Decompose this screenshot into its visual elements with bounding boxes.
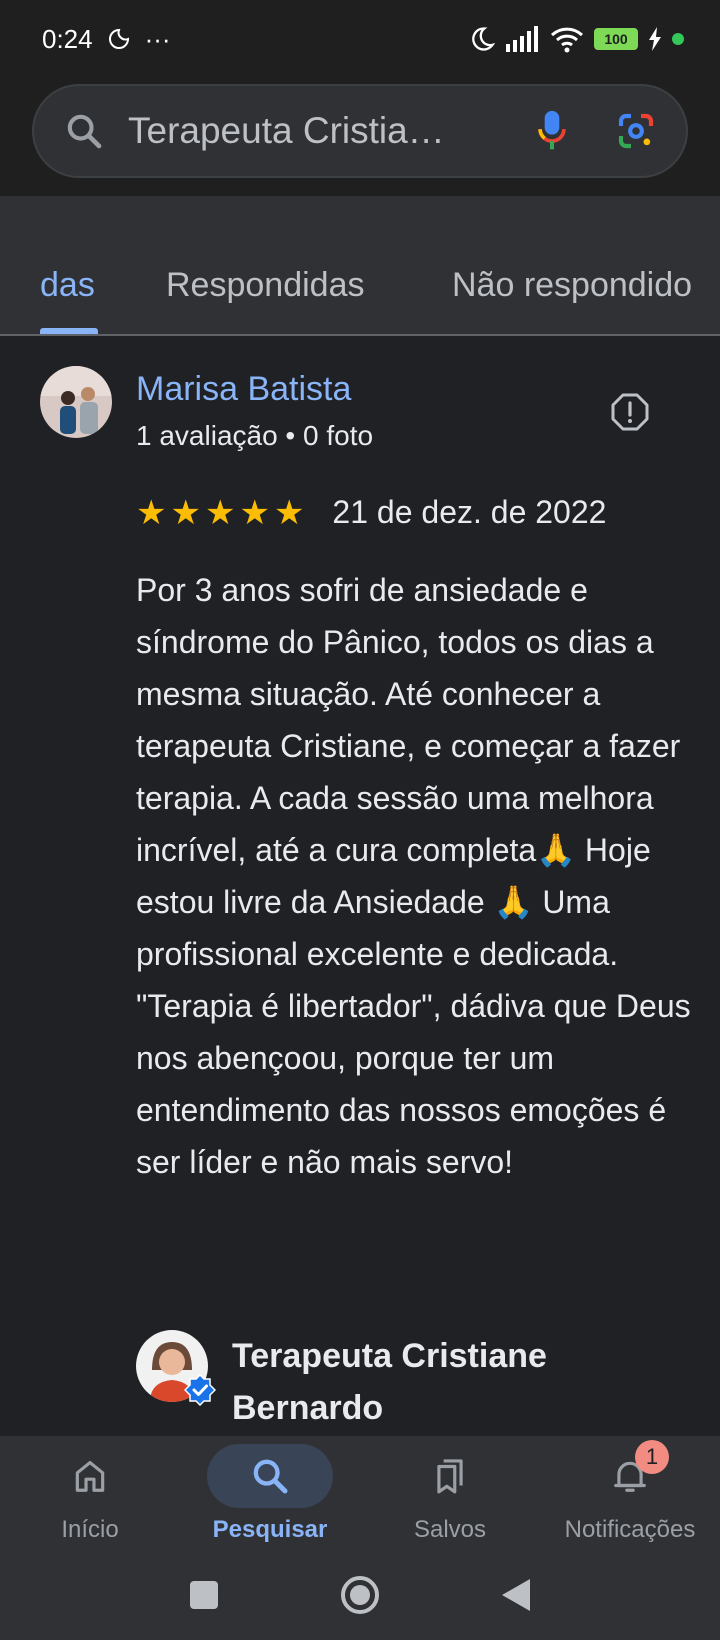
review-date: 21 de dez. de 2022 bbox=[332, 494, 607, 530]
nav-label-saved: Salvos bbox=[413, 1516, 487, 1543]
privacy-indicator-dot bbox=[672, 33, 684, 45]
battery-indicator: 100 bbox=[594, 28, 638, 50]
home-button-icon[interactable] bbox=[340, 1575, 380, 1615]
star-icon: ★ bbox=[239, 493, 270, 532]
owner-avatar[interactable] bbox=[136, 1330, 216, 1406]
star-icon: ★ bbox=[170, 493, 201, 532]
status-time: 0:24 bbox=[42, 23, 93, 54]
nav-label-search: Pesquisar bbox=[212, 1516, 328, 1543]
home-icon bbox=[75, 1460, 105, 1492]
microphone-icon[interactable] bbox=[536, 109, 568, 153]
verified-badge-icon bbox=[184, 1374, 216, 1406]
reviewer-name[interactable]: Marisa Batista bbox=[136, 370, 351, 409]
search-query[interactable]: Terapeuta Cristia… bbox=[128, 110, 536, 152]
charging-icon bbox=[649, 27, 661, 51]
bottom-navigation: Início Pesquisar Salvos 1 Notificações bbox=[0, 1436, 720, 1550]
system-navigation-bar bbox=[0, 1550, 720, 1640]
star-icon: ★ bbox=[204, 493, 236, 532]
status-right: 100 bbox=[468, 25, 684, 53]
review-text: Por 3 anos sofri de ansiedade e síndrome… bbox=[136, 572, 691, 1180]
star-icon: ★ bbox=[136, 493, 167, 532]
nav-label-home: Início bbox=[61, 1516, 119, 1543]
active-tab-indicator bbox=[40, 328, 98, 334]
tab-all[interactable]: das bbox=[40, 266, 95, 305]
review-card: Marisa Batista 1 avaliação • 0 foto ★ ★ ★ ★… bbox=[0, 336, 720, 1436]
nav-item-notifications[interactable]: 1 Notificações bbox=[540, 1436, 720, 1550]
nav-item-search[interactable]: Pesquisar bbox=[180, 1436, 360, 1550]
recent-apps-icon[interactable] bbox=[188, 1579, 220, 1611]
notification-badge: 1 bbox=[635, 1440, 669, 1474]
search-icon bbox=[253, 1459, 288, 1494]
google-lens-icon[interactable] bbox=[616, 111, 656, 151]
report-icon[interactable] bbox=[610, 392, 650, 432]
do-not-disturb-icon bbox=[472, 27, 496, 51]
status-bar: 0:24 ··· 100 bbox=[0, 0, 720, 78]
sleep-mode-icon bbox=[108, 28, 129, 49]
reviewer-avatar[interactable] bbox=[40, 366, 112, 438]
signal-icon bbox=[506, 26, 538, 52]
star-icon: ★ bbox=[273, 493, 305, 532]
nav-item-saved[interactable]: Salvos bbox=[360, 1436, 540, 1550]
search-bar[interactable]: Terapeuta Cristia… bbox=[32, 84, 688, 178]
nav-label-notifications: Notificações bbox=[564, 1516, 696, 1543]
search-header: Terapeuta Cristia… bbox=[0, 78, 720, 196]
more-notifications-icon: ··· bbox=[144, 23, 171, 54]
rating-row: ★ ★ ★ ★ ★ 21 de dez. de 2022 bbox=[136, 494, 606, 531]
back-icon[interactable] bbox=[500, 1577, 532, 1613]
review-filter-tabs: das Respondidas Não respondido bbox=[0, 196, 720, 336]
nav-item-home[interactable]: Início bbox=[0, 1436, 180, 1550]
search-icon bbox=[67, 114, 102, 149]
owner-name: Terapeuta Cristiane Bernardo bbox=[232, 1337, 547, 1427]
tab-unanswered[interactable]: Não respondido bbox=[452, 266, 692, 305]
wifi-icon bbox=[550, 27, 584, 53]
bookmarks-icon bbox=[437, 1459, 463, 1494]
status-left: 0:24 ··· bbox=[42, 24, 171, 55]
reviewer-meta: 1 avaliação • 0 foto bbox=[136, 420, 374, 451]
star-rating: ★ ★ ★ ★ ★ bbox=[136, 496, 304, 530]
tab-answered[interactable]: Respondidas bbox=[166, 266, 364, 305]
